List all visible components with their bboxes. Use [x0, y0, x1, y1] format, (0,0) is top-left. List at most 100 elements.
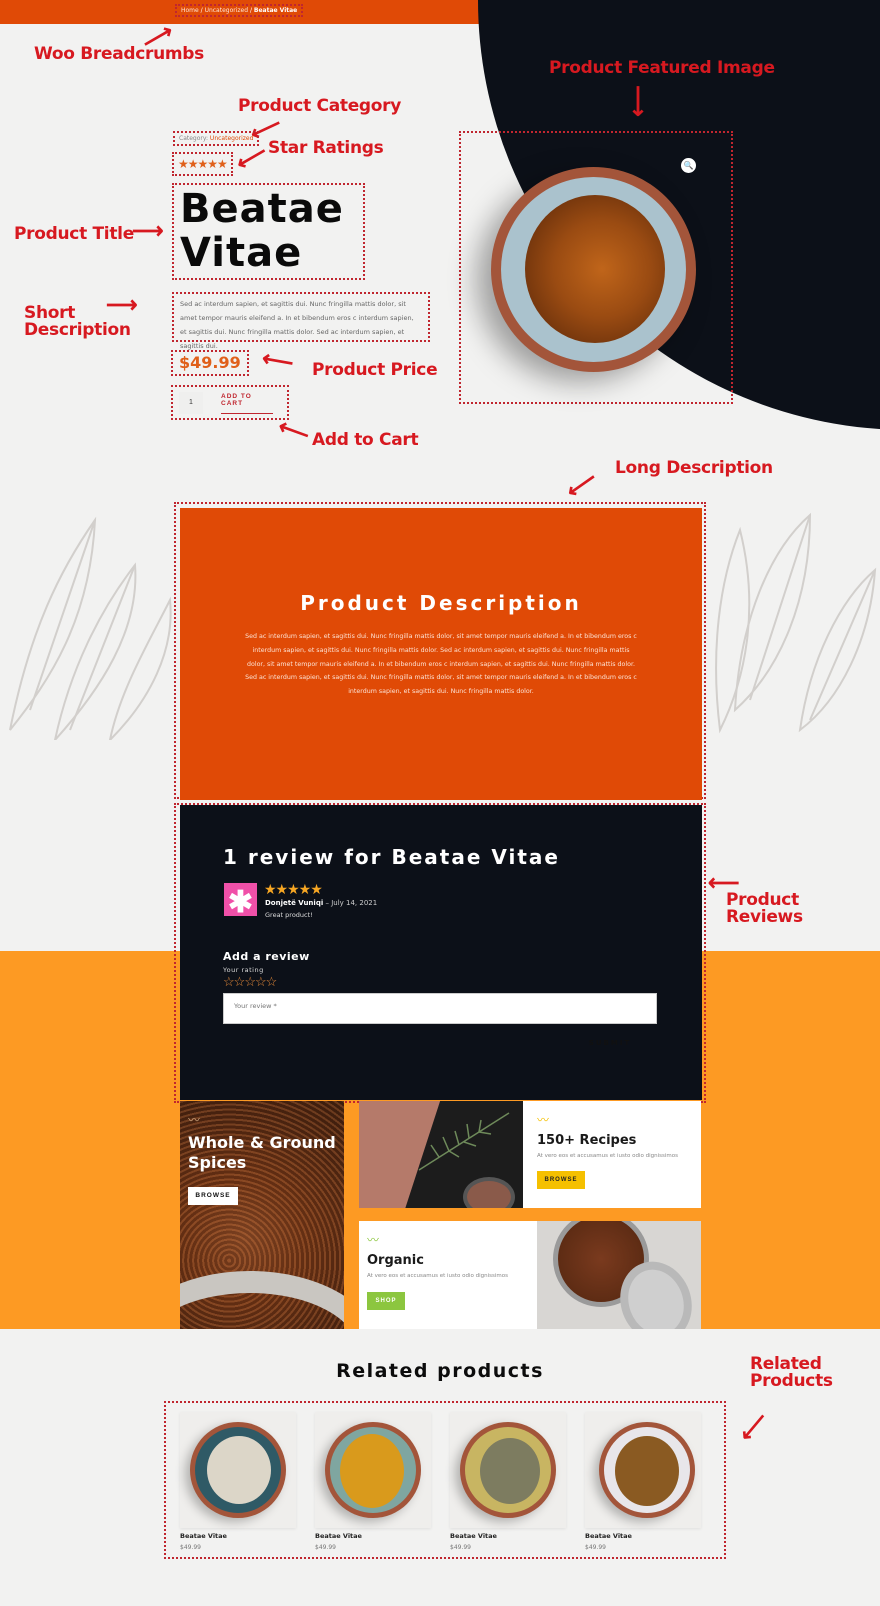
related-product-card[interactable]: Beatae Vitae $49.99	[315, 1412, 431, 1551]
browse-recipes-button[interactable]: BROWSE	[537, 1171, 585, 1189]
annotation-related-2: Products	[750, 1371, 833, 1391]
product-reviews: 1 review for Beatae Vitae ✱ ★★★★★ Donjet…	[180, 805, 702, 1100]
category-link[interactable]: Uncategorized	[210, 135, 253, 142]
spice-powder	[615, 1436, 679, 1506]
rosemary-icon	[418, 1112, 510, 1171]
rating-star-1-icon[interactable]: ☆	[223, 974, 235, 989]
related-product-price: $49.99	[315, 1544, 336, 1551]
annotation-star-ratings: Star Ratings	[268, 138, 384, 158]
related-product-card[interactable]: Beatae Vitae $49.99	[450, 1412, 566, 1551]
annotation-category: Product Category	[238, 96, 402, 116]
avatar: ✱	[224, 883, 257, 919]
spice-powder	[207, 1436, 271, 1504]
related-product-image[interactable]	[315, 1412, 431, 1528]
promo-text: At vero eos et accusamus et iusto odio d…	[367, 1273, 509, 1279]
related-product-name[interactable]: Beatae Vitae	[585, 1532, 701, 1540]
arrow-icon: ⟶	[106, 292, 138, 317]
related-product-name[interactable]: Beatae Vitae	[315, 1532, 431, 1540]
promo-title: Organic	[367, 1253, 424, 1268]
shop-button[interactable]: SHOP	[367, 1292, 405, 1310]
annotation-title: Product Title	[14, 224, 134, 244]
salt-bowl	[463, 1177, 515, 1208]
spice-powder	[525, 195, 665, 343]
related-product-name[interactable]: Beatae Vitae	[180, 1532, 296, 1540]
long-description-text: Sed ac interdum sapien, et sagittis dui.…	[245, 633, 637, 696]
long-description: Product Description Sed ac interdum sapi…	[180, 508, 702, 800]
arrow-icon: ⟶	[708, 871, 740, 896]
annotation-breadcrumbs: Woo Breadcrumbs	[34, 44, 204, 64]
promo-card-organic: 〰 Organic At vero eos et accusamus et iu…	[359, 1221, 537, 1329]
add-to-cart-button[interactable]: ADD TO CART	[221, 393, 273, 414]
leaf-decoration-left	[9, 516, 172, 740]
browse-button[interactable]: BROWSE	[188, 1187, 238, 1205]
related-product-card[interactable]: Beatae Vitae $49.99	[585, 1412, 701, 1551]
rating-star-2-icon[interactable]: ☆	[234, 974, 246, 989]
product-title-box: Beatae Vitae	[172, 183, 365, 280]
related-product-image[interactable]	[180, 1412, 296, 1528]
squiggle-icon: 〰	[537, 1113, 549, 1127]
breadcrumb: Home / Uncategorized / Beatae Vitae	[175, 4, 304, 17]
rating-star-3-icon[interactable]: ☆	[244, 974, 256, 989]
breadcrumb-home[interactable]: Home	[181, 7, 199, 14]
promo-image-tin	[537, 1221, 701, 1329]
spice-powder	[480, 1438, 540, 1504]
squiggle-icon: 〰	[188, 1113, 200, 1127]
annotation-price: Product Price	[312, 360, 438, 380]
related-product-image[interactable]	[450, 1412, 566, 1528]
short-description: Sed ac interdum sapien, et sagittis dui.…	[180, 300, 414, 350]
annotation-long-description: Long Description	[615, 458, 773, 478]
long-description-title: Product Description	[300, 591, 582, 615]
annotation-reviews-2: Reviews	[726, 907, 803, 927]
annotation-short-desc-2: Description	[24, 320, 131, 340]
related-product-card[interactable]: Beatae Vitae $49.99	[180, 1412, 296, 1551]
arrow-icon: ⟶	[561, 466, 603, 505]
reviews-title: 1 review for Beatae Vitae	[223, 845, 560, 869]
submit-review-button[interactable]: SUBMIT	[580, 1039, 640, 1047]
category-label: Category:	[179, 135, 208, 142]
add-review-title: Add a review	[223, 950, 310, 963]
review-meta: Donjetë Vuniqi – July 14, 2021	[265, 899, 377, 907]
product-price: $49.99	[179, 353, 241, 372]
star-rating: ★★★★★	[172, 152, 233, 176]
related-product-price: $49.99	[180, 1544, 201, 1551]
your-rating-label: Your rating	[223, 966, 264, 974]
breadcrumb-current: Beatae Vitae	[253, 7, 298, 14]
related-products-title: Related products	[336, 1360, 544, 1382]
rating-star-5-icon[interactable]: ☆	[266, 974, 278, 989]
leaf-decoration-right	[715, 512, 877, 734]
product-title-line-2: Vitae	[180, 230, 303, 276]
promo-title: 150+ Recipes	[537, 1133, 637, 1148]
review-text: Great product!	[265, 911, 313, 919]
related-product-price: $49.99	[585, 1544, 606, 1551]
rating-star-4-icon[interactable]: ☆	[255, 974, 267, 989]
promo-title: Whole & Ground Spices	[188, 1133, 336, 1172]
product-title-line-1: Beatae	[180, 186, 344, 232]
arrow-icon: ⟶	[625, 85, 651, 117]
quantity-input[interactable]	[179, 392, 203, 414]
add-to-cart-form: ADD TO CART	[171, 385, 289, 420]
annotation-featured-image: Product Featured Image	[549, 58, 775, 78]
breadcrumb-category[interactable]: Uncategorized	[205, 7, 248, 14]
squiggle-icon: 〰	[367, 1233, 379, 1247]
arrow-icon: ⟶	[132, 218, 164, 243]
review-author: Donjetë Vuniqi	[265, 899, 324, 907]
zoom-icon[interactable]: 🔍	[681, 158, 696, 173]
related-product-name[interactable]: Beatae Vitae	[450, 1532, 566, 1540]
promo-card-recipes: 〰 150+ Recipes At vero eos et accusamus …	[523, 1101, 701, 1208]
arrow-icon: ⟶	[734, 1407, 774, 1448]
rating-input: ☆☆☆☆☆	[223, 974, 278, 990]
annotation-add-to-cart: Add to Cart	[312, 430, 419, 450]
product-category: Category: Uncategorized	[173, 131, 260, 146]
promo-card-whole-ground-spices[interactable]: 〰 Whole & Ground Spices BROWSE	[180, 1101, 344, 1329]
related-product-image[interactable]	[585, 1412, 701, 1528]
product-price-box: $49.99	[171, 350, 249, 376]
review-date: – July 14, 2021	[325, 899, 378, 907]
related-product-price: $49.99	[450, 1544, 471, 1551]
review-star-icons: ★★★★★	[264, 881, 323, 897]
star-icons: ★★★★★	[178, 157, 228, 171]
promo-text: At vero eos et accusamus et iusto odio d…	[537, 1153, 679, 1159]
promo-image-herbs	[359, 1101, 523, 1208]
short-description-box: Sed ac interdum sapien, et sagittis dui.…	[172, 292, 430, 350]
spice-powder	[340, 1434, 404, 1508]
review-textarea[interactable]	[223, 993, 657, 1024]
